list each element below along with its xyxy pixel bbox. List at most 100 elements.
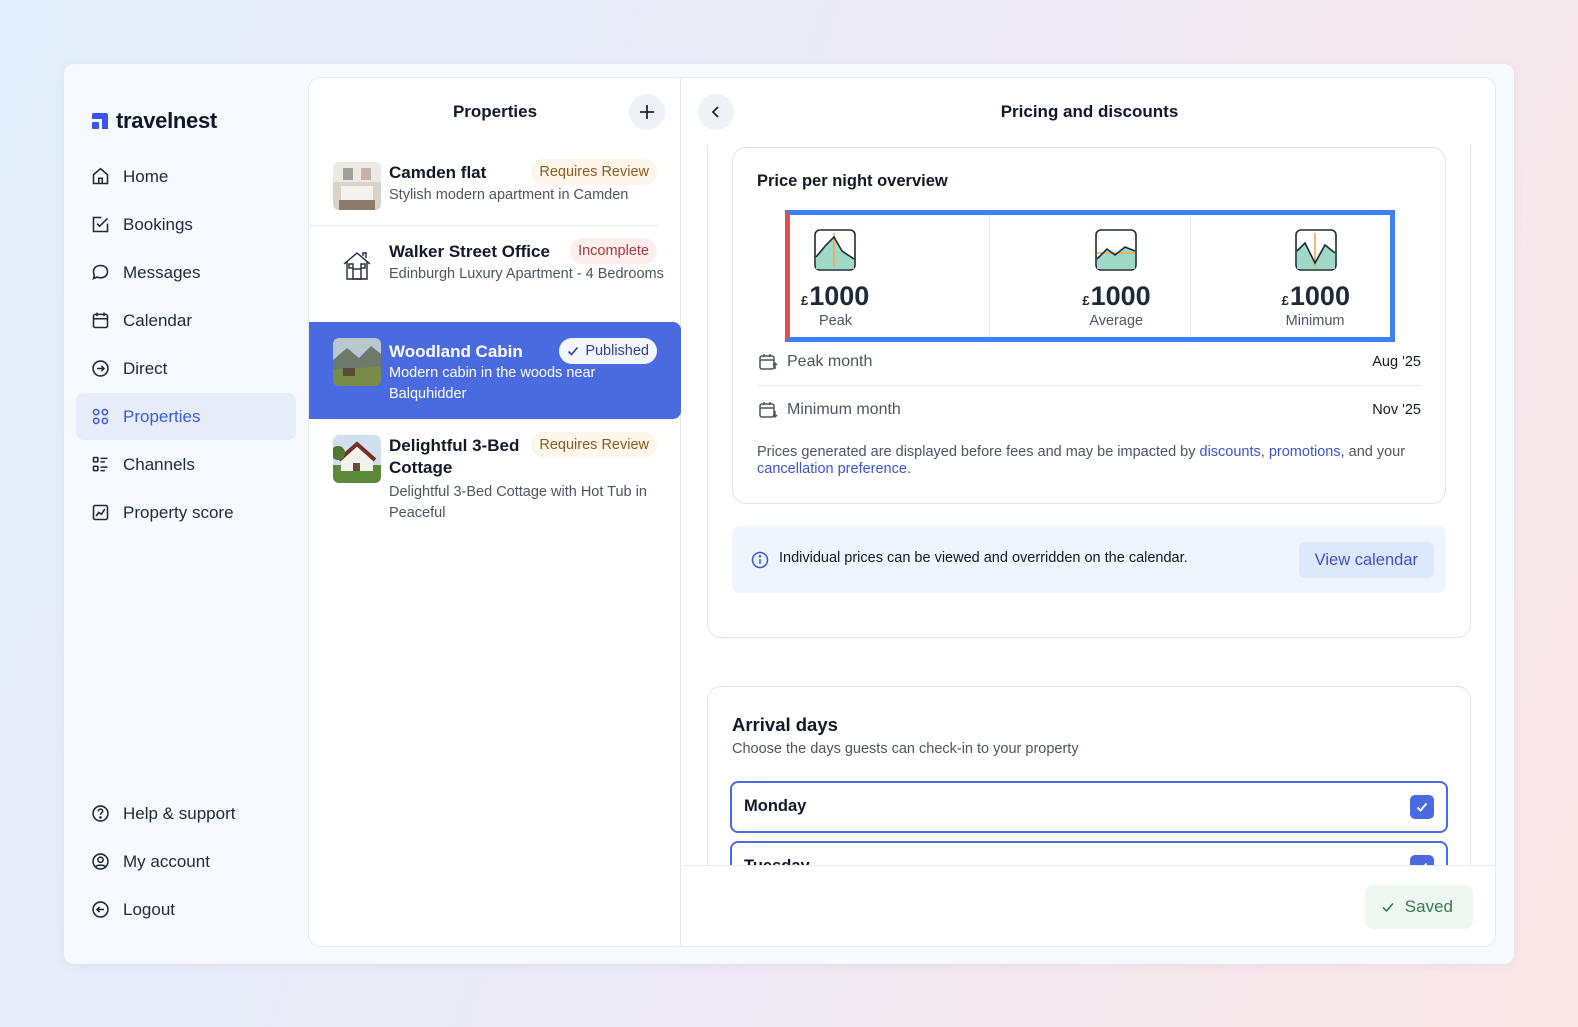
nav-item-logout[interactable]: Logout bbox=[76, 886, 296, 933]
pricing-card: Price per night overview £1000 Peak £100… bbox=[707, 145, 1471, 638]
price-overview-card: Price per night overview £1000 Peak £100… bbox=[732, 147, 1446, 504]
stat-peak: £1000 Peak bbox=[790, 215, 989, 337]
currency: £ bbox=[801, 293, 809, 308]
property-thumbnail bbox=[333, 435, 381, 483]
status-badge: Published bbox=[559, 338, 657, 364]
help-icon bbox=[92, 805, 109, 822]
day-label: Tuesday bbox=[744, 857, 810, 865]
property-name: Delightful 3-Bed Cottage bbox=[389, 436, 520, 477]
property-name: Walker Street Office bbox=[389, 242, 550, 261]
divider bbox=[309, 225, 659, 226]
note-text: . bbox=[906, 461, 911, 477]
logo[interactable]: travelnest bbox=[90, 108, 217, 134]
saved-button[interactable]: Saved bbox=[1364, 885, 1473, 929]
property-item-camden[interactable]: Camden flat Requires Review Stylish mode… bbox=[309, 159, 681, 222]
logo-icon bbox=[92, 113, 108, 129]
status-badge: Incomplete bbox=[570, 238, 657, 264]
calendar-down-icon bbox=[759, 402, 778, 419]
pricing-detail: Pricing and discounts Price per night ov… bbox=[682, 78, 1495, 946]
main-panel: Properties Camden flat Requires Review S… bbox=[308, 77, 1496, 947]
bottom-nav: Help & support My account Logout bbox=[76, 790, 296, 934]
status-label: Published bbox=[585, 343, 649, 359]
property-item-woodland-cabin[interactable]: Woodland Cabin Published Modern cabin in… bbox=[309, 322, 681, 419]
promotions-link[interactable]: promotions bbox=[1269, 444, 1341, 460]
logo-text: travelnest bbox=[116, 108, 217, 133]
check-icon bbox=[1416, 802, 1428, 812]
currency: £ bbox=[1281, 293, 1289, 308]
view-calendar-button[interactable]: View calendar bbox=[1298, 542, 1434, 578]
note-text: Prices generated are displayed before fe… bbox=[757, 444, 1200, 460]
stat-value: £1000 bbox=[1282, 281, 1350, 312]
stat-minimum: £1000 Minimum bbox=[1189, 215, 1390, 337]
property-description: Edinburgh Luxury Apartment - 4 Bedrooms bbox=[389, 266, 664, 282]
nav-label: Help & support bbox=[123, 803, 236, 823]
day-option-tuesday[interactable]: Tuesday bbox=[730, 841, 1448, 865]
property-item-walker-street[interactable]: Walker Street Office Incomplete Edinburg… bbox=[309, 238, 681, 321]
nav-item-help[interactable]: Help & support bbox=[76, 790, 296, 837]
messages-icon bbox=[92, 264, 109, 281]
property-thumbnail bbox=[333, 162, 381, 210]
calendar-up-icon bbox=[759, 353, 778, 370]
minimum-month-value: Nov '25 bbox=[1372, 402, 1421, 418]
property-description: Modern cabin in the woods near Balquhidd… bbox=[389, 365, 596, 402]
arrival-subtitle: Choose the days guests can check-in to y… bbox=[732, 741, 1079, 757]
score-icon bbox=[92, 504, 109, 521]
sidebar: travelnest Home Bookings Messages Calend… bbox=[64, 64, 308, 964]
house-icon bbox=[333, 241, 381, 289]
nav-label: My account bbox=[123, 851, 210, 871]
cancellation-link[interactable]: cancellation preference bbox=[757, 461, 907, 477]
property-item-cottage[interactable]: Delightful 3-Bed Cottage Requires Review… bbox=[309, 432, 681, 530]
peak-month-value: Aug '25 bbox=[1372, 353, 1421, 370]
property-name: Camden flat bbox=[389, 163, 487, 182]
day-checkbox[interactable] bbox=[1410, 795, 1434, 819]
minimum-month-row: Minimum month Nov '25 bbox=[757, 386, 1421, 434]
nav-item-channels[interactable]: Channels bbox=[76, 441, 296, 488]
nav-label: Properties bbox=[123, 406, 201, 426]
direct-icon bbox=[92, 360, 109, 377]
logout-icon bbox=[92, 901, 109, 918]
nav-item-calendar[interactable]: Calendar bbox=[76, 297, 296, 344]
day-option-monday[interactable]: Monday bbox=[730, 781, 1448, 833]
average-chart-icon bbox=[1095, 229, 1138, 271]
minimum-chart-icon bbox=[1294, 229, 1337, 271]
bookings-icon bbox=[92, 216, 109, 233]
saved-label: Saved bbox=[1404, 897, 1453, 916]
day-label: Monday bbox=[744, 797, 807, 815]
detail-footer: Saved bbox=[682, 865, 1495, 946]
status-badge: Requires Review bbox=[531, 432, 657, 458]
nav-item-direct[interactable]: Direct bbox=[76, 345, 296, 392]
add-property-button[interactable] bbox=[629, 94, 665, 130]
stat-label: Peak bbox=[819, 313, 853, 329]
average-value: 1000 bbox=[1090, 281, 1151, 311]
property-thumbnail bbox=[333, 338, 381, 386]
info-icon bbox=[751, 551, 769, 569]
pricing-note: Prices generated are displayed before fe… bbox=[757, 444, 1427, 478]
price-stats: £1000 Peak £1000 Average £1000 Minimum bbox=[785, 210, 1395, 342]
nav-label: Channels bbox=[123, 454, 195, 474]
properties-title: Properties bbox=[452, 102, 538, 121]
nav-item-account[interactable]: My account bbox=[76, 838, 296, 885]
discounts-link[interactable]: discounts bbox=[1200, 444, 1261, 460]
note-text: , and your bbox=[1340, 444, 1406, 460]
account-icon bbox=[92, 853, 109, 870]
channels-icon bbox=[92, 456, 108, 472]
nav-label: Logout bbox=[123, 899, 175, 919]
minimum-month-label: Minimum month bbox=[787, 401, 901, 418]
nav-item-property-score[interactable]: Property score bbox=[76, 489, 296, 536]
nav-label: Direct bbox=[123, 358, 168, 378]
currency: £ bbox=[1082, 293, 1090, 308]
nav-label: Bookings bbox=[123, 214, 193, 234]
calendar-icon bbox=[92, 312, 109, 329]
nav-item-home[interactable]: Home bbox=[76, 153, 296, 200]
detail-scroll-area[interactable]: Price per night overview £1000 Peak £100… bbox=[682, 145, 1495, 865]
arrival-title: Arrival days bbox=[732, 714, 838, 735]
day-checkbox[interactable] bbox=[1410, 855, 1434, 865]
nav-label: Calendar bbox=[123, 310, 192, 330]
nav-item-properties[interactable]: Properties bbox=[76, 393, 296, 440]
stat-label: Average bbox=[1089, 313, 1144, 329]
nav-item-bookings[interactable]: Bookings bbox=[76, 201, 296, 248]
note-text: , bbox=[1260, 444, 1269, 460]
peak-chart-icon bbox=[814, 229, 856, 271]
nav-label: Property score bbox=[123, 502, 234, 522]
nav-item-messages[interactable]: Messages bbox=[76, 249, 296, 296]
